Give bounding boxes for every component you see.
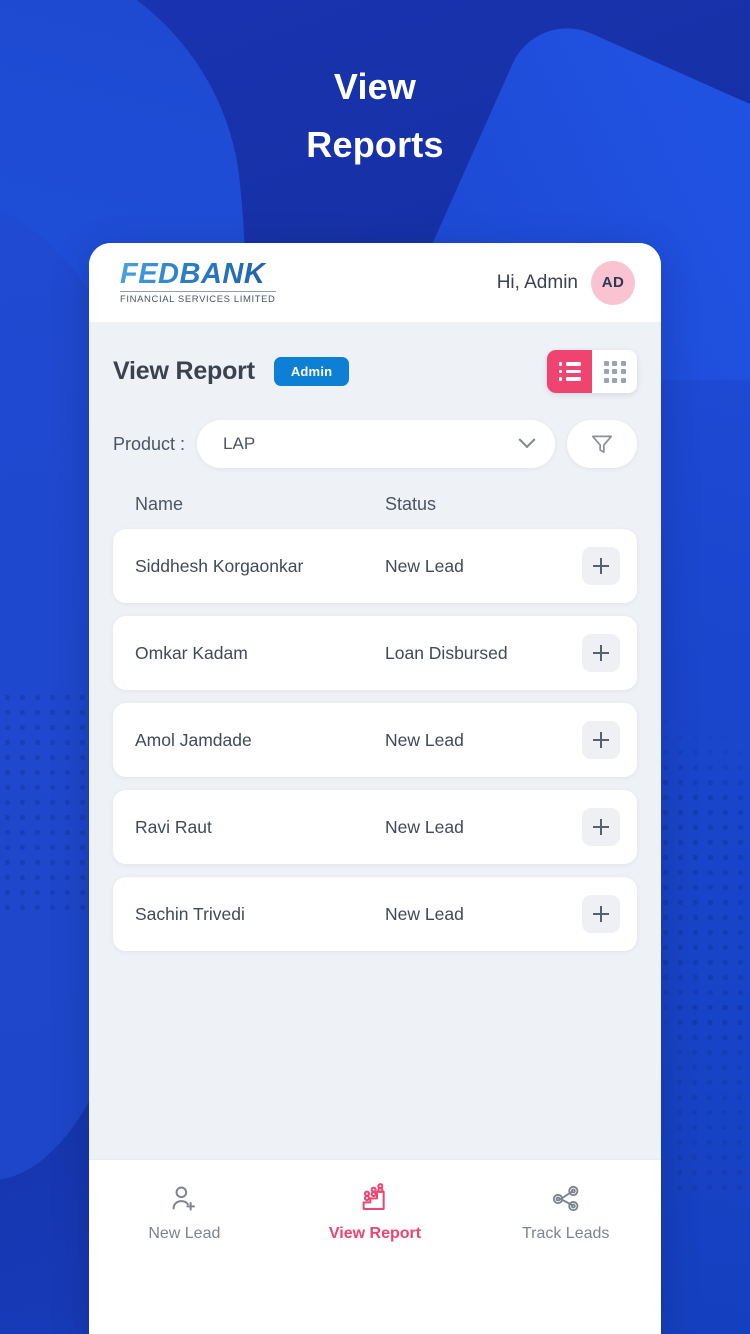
user-add-icon [168,1182,200,1216]
page-title-group: View Report Admin [113,357,350,386]
expand-row-button[interactable] [582,721,620,759]
report-rows: Siddhesh Korgaonkar New Lead Omkar Kadam… [113,529,637,951]
phone-frame: FEDBANK FINANCIAL SERVICES LIMITED Hi, A… [89,243,661,1334]
table-row[interactable]: Omkar Kadam Loan Disbursed [113,616,637,690]
nav-label: Track Leads [521,1225,610,1242]
background-dot-pattern-right [658,640,750,1060]
table-row[interactable]: Amol Jamdade New Lead [113,703,637,777]
nav-label: View Report [328,1225,422,1242]
row-status: New Lead [385,729,464,750]
greeting-text: Hi, Admin [496,271,578,293]
product-select[interactable]: LAP [197,420,555,468]
product-select-value: LAP [223,434,256,453]
table-row[interactable]: Ravi Raut New Lead [113,790,637,864]
nav-item-view-report[interactable]: View Report [280,1182,471,1243]
row-name: Ravi Raut [135,816,212,837]
expand-row-button[interactable] [582,634,620,672]
hero-heading: View Reports [0,58,750,174]
avatar[interactable]: AD [591,260,635,305]
list-view-button[interactable] [547,350,592,393]
brand-divider [120,291,276,293]
row-status: New Lead [385,903,464,924]
user-greeting-group[interactable]: Hi, Admin AD [496,260,635,305]
product-label: Product : [113,433,186,454]
nav-item-new-lead[interactable]: New Lead [89,1182,280,1243]
row-name: Omkar Kadam [135,642,248,663]
role-badge: Admin [273,357,350,386]
row-status: New Lead [385,816,464,837]
app-body: View Report Admin Product: LAP Name Sta… [89,322,661,1159]
fedbank-logo: FEDBANK FINANCIAL SERVICES LIMITED [120,260,276,305]
nav-item-track-leads[interactable]: Track Leads [470,1182,661,1243]
grid-view-button[interactable] [592,350,637,393]
row-name: Amol Jamdade [135,729,252,750]
screenshot-root: View Reports FEDBANK FINANCIAL SERVICES … [0,0,750,1334]
hero-line-2: Reports [306,124,444,165]
column-header-status: Status [385,494,437,514]
share-network-icon [550,1182,582,1216]
background-dot-pattern-lower-right [672,1000,750,1200]
expand-row-button[interactable] [582,895,620,933]
table-column-headers: Name Status [113,494,637,515]
bar-chart-icon [359,1182,391,1216]
filter-button[interactable] [567,420,637,468]
bottom-navigation: New Lead View Report Track Leads [89,1159,661,1334]
brand-name: FEDBANK [120,260,276,289]
page-title: View Report [113,357,255,385]
table-row[interactable]: Siddhesh Korgaonkar New Lead [113,529,637,603]
chevron-down-icon [518,431,536,449]
filter-row: Product : LAP [113,420,637,468]
brand-tagline: FINANCIAL SERVICES LIMITED [120,294,276,306]
funnel-icon [591,435,613,453]
app-header: FEDBANK FINANCIAL SERVICES LIMITED Hi, A… [89,243,661,322]
expand-row-button[interactable] [582,808,620,846]
grid-icon [603,360,626,383]
hero-line-1: View [333,66,417,107]
background-dot-pattern-left [0,690,92,920]
view-mode-toggle[interactable] [547,350,637,393]
table-row[interactable]: Sachin Trivedi New Lead [113,877,637,951]
row-name: Siddhesh Korgaonkar [135,555,304,576]
row-name: Sachin Trivedi [135,903,245,924]
expand-row-button[interactable] [582,547,620,585]
list-icon [558,362,581,381]
column-header-name: Name [135,494,184,514]
row-status: Loan Disbursed [385,642,508,663]
page-title-row: View Report Admin [113,350,637,393]
nav-label: New Lead [148,1225,221,1242]
row-status: New Lead [385,555,464,576]
